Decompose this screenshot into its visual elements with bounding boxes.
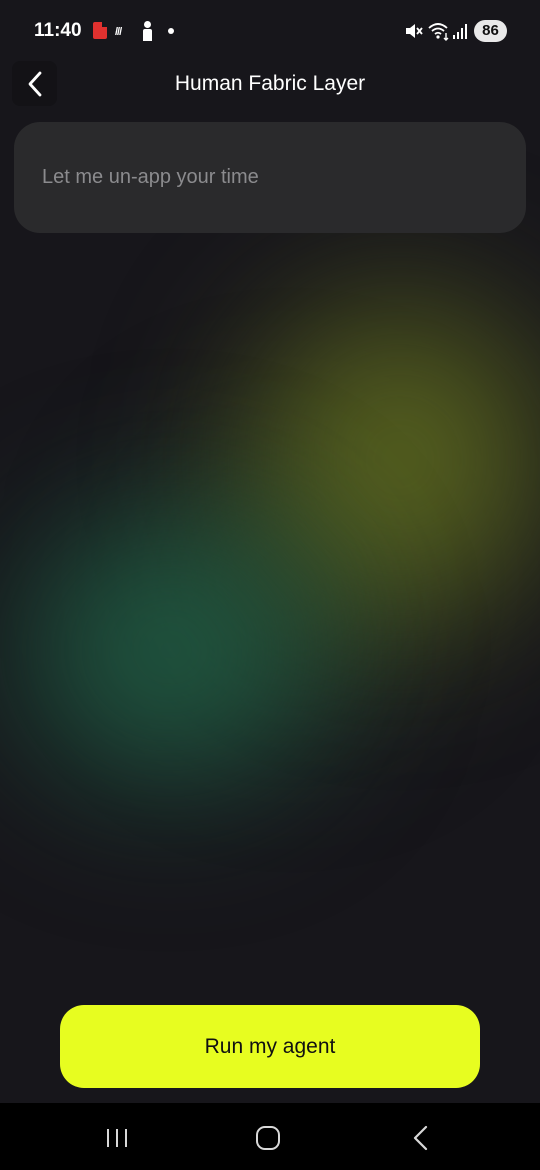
stripes-icon: /// xyxy=(115,26,122,38)
pdf-notification-icon xyxy=(93,22,107,39)
status-time: 11:40 xyxy=(34,20,82,41)
recent-apps-icon[interactable] xyxy=(104,1127,130,1149)
prompt-input[interactable]: Let me un-app your time xyxy=(14,122,526,233)
back-icon[interactable] xyxy=(406,1123,434,1153)
person-icon xyxy=(141,21,153,41)
battery-indicator: 86 xyxy=(474,20,507,42)
home-icon[interactable] xyxy=(256,1126,280,1150)
prompt-placeholder: Let me un-app your time xyxy=(42,166,259,188)
page-title: Human Fabric Layer xyxy=(174,72,366,95)
signal-icon xyxy=(453,24,467,39)
status-bar: 11:40 /// 86 xyxy=(0,0,540,62)
run-agent-button[interactable]: Run my agent xyxy=(60,1005,480,1088)
mute-icon xyxy=(406,24,423,38)
app-screen: 11:40 /// 86 Human Fabric Layer Let me u… xyxy=(0,0,540,1170)
wifi-icon xyxy=(428,23,449,41)
system-nav-bar xyxy=(0,1103,540,1170)
dot-icon xyxy=(168,28,174,34)
